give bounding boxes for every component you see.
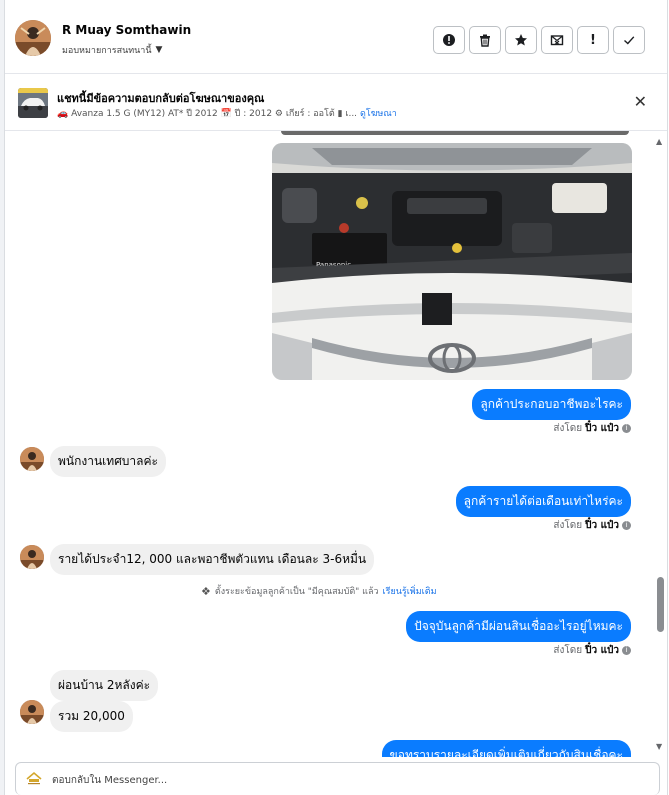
conversation-panel: R Muay Somthawin มอบหมายการสนทนานี้ ▼ ! [4, 0, 668, 795]
sent-by-label: ส่งโดย ปิ๋ว แป๋ว i [553, 643, 631, 658]
delete-button[interactable] [469, 26, 501, 54]
scrollbar[interactable]: ▲ ▼ [655, 137, 665, 751]
alert-button[interactable] [433, 26, 465, 54]
previous-image-edge [281, 131, 629, 135]
mark-done-button[interactable] [613, 26, 645, 54]
incoming-message[interactable]: พนักงานเทศบาลค่ะ [50, 446, 166, 477]
incoming-message[interactable]: ผ่อนบ้าน 2หลังค่ะ [50, 670, 159, 701]
view-ad-link[interactable]: ดูโฆษณา [360, 109, 397, 119]
mark-unread-button[interactable] [541, 26, 573, 54]
outgoing-message[interactable]: ลูกค้ารายได้ต่อเดือนเท่าไหร่คะ [455, 486, 631, 517]
assign-label: มอบหมายการสนทนานี้ [62, 46, 152, 56]
system-notice-text: ตั้งระยะข้อมูลลูกค้าเป็น "มีคุณสมบัติ" แ… [214, 587, 379, 597]
caret-down-icon: ▼ [155, 45, 163, 55]
exclamation-icon: ! [590, 32, 596, 48]
engine-bay-photo[interactable]: Panasonic [272, 143, 632, 380]
ad-banner-title: แชทนี้มีข้อความตอบกลับต่อโฆษณาของคุณ [57, 92, 265, 105]
close-icon[interactable]: ✕ [634, 92, 647, 111]
sender-name[interactable]: ปิ๋ว แป๋ว [585, 643, 619, 658]
star-button[interactable] [505, 26, 537, 54]
sender-name[interactable]: ปิ๋ว แป๋ว [585, 518, 619, 533]
star-icon [515, 34, 527, 46]
spam-button[interactable]: ! [577, 26, 609, 54]
info-icon[interactable]: i [622, 424, 631, 433]
header-actions: ! [433, 26, 645, 54]
outgoing-message[interactable]: ขอทราบรายละเอียดเพิ่มเติมเกี่ยวกับสินเชื… [381, 740, 631, 757]
outgoing-message[interactable]: ปัจจุบันลูกค้ามีผ่อนสินเชื่ออะไรอยู่ไหมค… [406, 611, 631, 642]
reply-input[interactable]: ตอบกลับใน Messenger... [52, 773, 167, 788]
scroll-down-icon[interactable]: ▼ [656, 742, 662, 751]
sent-by-prefix: ส่งโดย [553, 423, 583, 434]
incoming-message[interactable]: รวม 20,000 [50, 701, 133, 732]
info-icon[interactable]: i [622, 646, 631, 655]
sent-by-label: ส่งโดย ปิ๋ว แป๋ว i [553, 421, 631, 436]
qualified-lead-icon: ❖ [201, 584, 211, 598]
page-logo-icon [26, 771, 42, 785]
check-icon [624, 36, 635, 45]
avatar[interactable] [15, 20, 51, 56]
trash-icon [480, 34, 490, 47]
info-icon[interactable]: i [622, 521, 631, 530]
contact-name[interactable]: R Muay Somthawin [62, 23, 191, 37]
alert-circle-icon [443, 34, 455, 46]
ad-meta-text: 🚗 Avanza 1.5 G (MY12) AT* ปี 2012 📅 ปี :… [57, 109, 358, 119]
ad-details: 🚗 Avanza 1.5 G (MY12) AT* ปี 2012 📅 ปี :… [57, 106, 397, 120]
incoming-message[interactable]: รายได้ประจำ12, 000 และพอาชีพตัวแทน เดือน… [50, 544, 375, 575]
outgoing-message[interactable]: ลูกค้าประกอบอาชีพอะไรคะ [472, 389, 631, 420]
avatar[interactable] [20, 700, 44, 724]
sent-by-label: ส่งโดย ปิ๋ว แป๋ว i [553, 518, 631, 533]
avatar[interactable] [20, 545, 44, 569]
assign-conversation-dropdown[interactable]: มอบหมายการสนทนานี้ ▼ [62, 43, 162, 57]
ad-reply-banner: แชทนี้มีข้อความตอบกลับต่อโฆษณาของคุณ 🚗 A… [5, 74, 667, 131]
message-thread[interactable]: Panasonic ลูกค้าประกอบอาชีพอะไรคะ ส่งโดย… [5, 131, 667, 757]
scroll-up-icon[interactable]: ▲ [656, 137, 662, 146]
mail-x-icon [550, 35, 564, 46]
reply-composer[interactable]: ตอบกลับใน Messenger... [15, 762, 660, 795]
conversation-header: R Muay Somthawin มอบหมายการสนทนานี้ ▼ ! [5, 0, 667, 74]
avatar[interactable] [20, 447, 44, 471]
learn-more-link[interactable]: เรียนรู้เพิ่มเติม [383, 584, 437, 598]
sender-name[interactable]: ปิ๋ว แป๋ว [585, 421, 619, 436]
sent-by-prefix: ส่งโดย [553, 645, 583, 656]
sent-by-prefix: ส่งโดย [553, 520, 583, 531]
system-notice: ❖ ตั้งระยะข้อมูลลูกค้าเป็น "มีคุณสมบัติ"… [201, 584, 437, 598]
scrollbar-thumb[interactable] [657, 577, 664, 632]
ad-thumbnail[interactable] [18, 88, 48, 118]
